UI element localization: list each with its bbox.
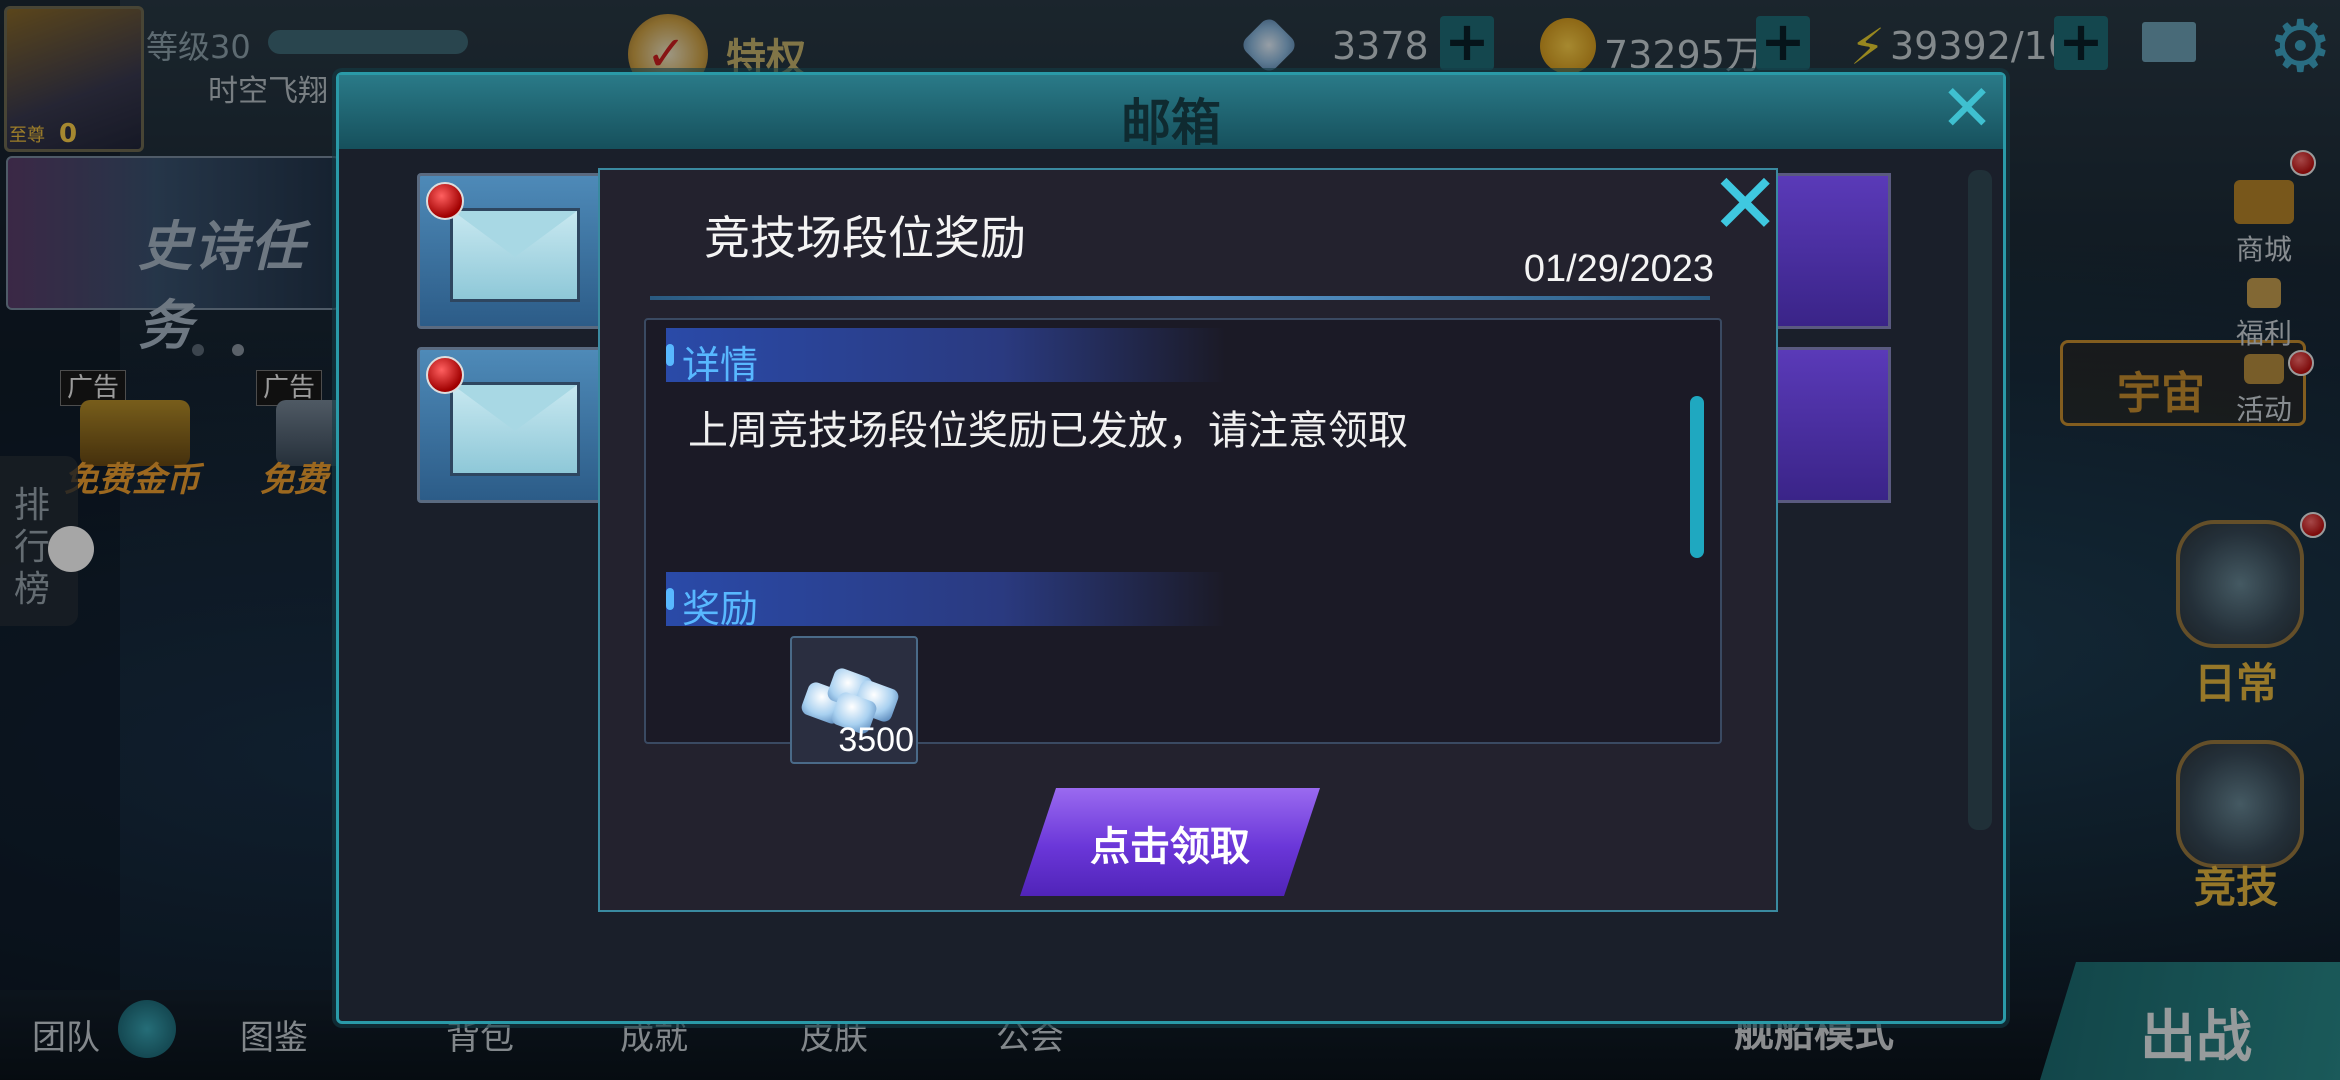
mailbox-title: 邮箱 (1121, 94, 1221, 152)
content-scrollbar[interactable] (1690, 396, 1704, 558)
mail-detail-dialog: ✕ 竞技场段位奖励 01/29/2023 详情 上周竞技场段位奖励已发放，请注意… (598, 162, 1780, 912)
claim-button-label: 点击领取 (1090, 824, 1250, 870)
rewards-section-header: 奖励 (666, 572, 1226, 631)
mailbox-header: 邮箱 ✕ (339, 75, 2003, 152)
detail-close-icon[interactable]: ✕ (1710, 162, 1780, 246)
mail-date: 01/29/2023 (1523, 248, 1714, 290)
reward-quantity: 3500 (838, 721, 914, 759)
claim-button[interactable]: 点击领取 (1020, 788, 1320, 896)
gems-icon (799, 666, 904, 736)
unread-dot (426, 182, 464, 220)
mail-title: 竞技场段位奖励 (704, 211, 1026, 265)
mail-item-right[interactable] (1765, 347, 1891, 503)
mail-content-panel[interactable]: 详情 上周竞技场段位奖励已发放，请注意领取 奖励 3500 (644, 318, 1722, 764)
envelope-icon (450, 382, 580, 476)
unread-dot (426, 356, 464, 394)
details-section-header: 详情 (666, 328, 1226, 387)
title-divider (650, 296, 1710, 300)
mailbox-close-icon[interactable]: ✕ (1939, 77, 1995, 141)
details-section-label: 详情 (682, 343, 759, 387)
rewards-section-label: 奖励 (682, 587, 759, 631)
envelope-icon (450, 208, 580, 302)
mailbox-scrollbar[interactable] (1968, 170, 1992, 830)
mail-item-right[interactable] (1765, 173, 1891, 329)
reward-item-gems[interactable]: 3500 (790, 636, 918, 764)
mail-message: 上周竞技场段位奖励已发放，请注意领取 (688, 408, 1408, 454)
